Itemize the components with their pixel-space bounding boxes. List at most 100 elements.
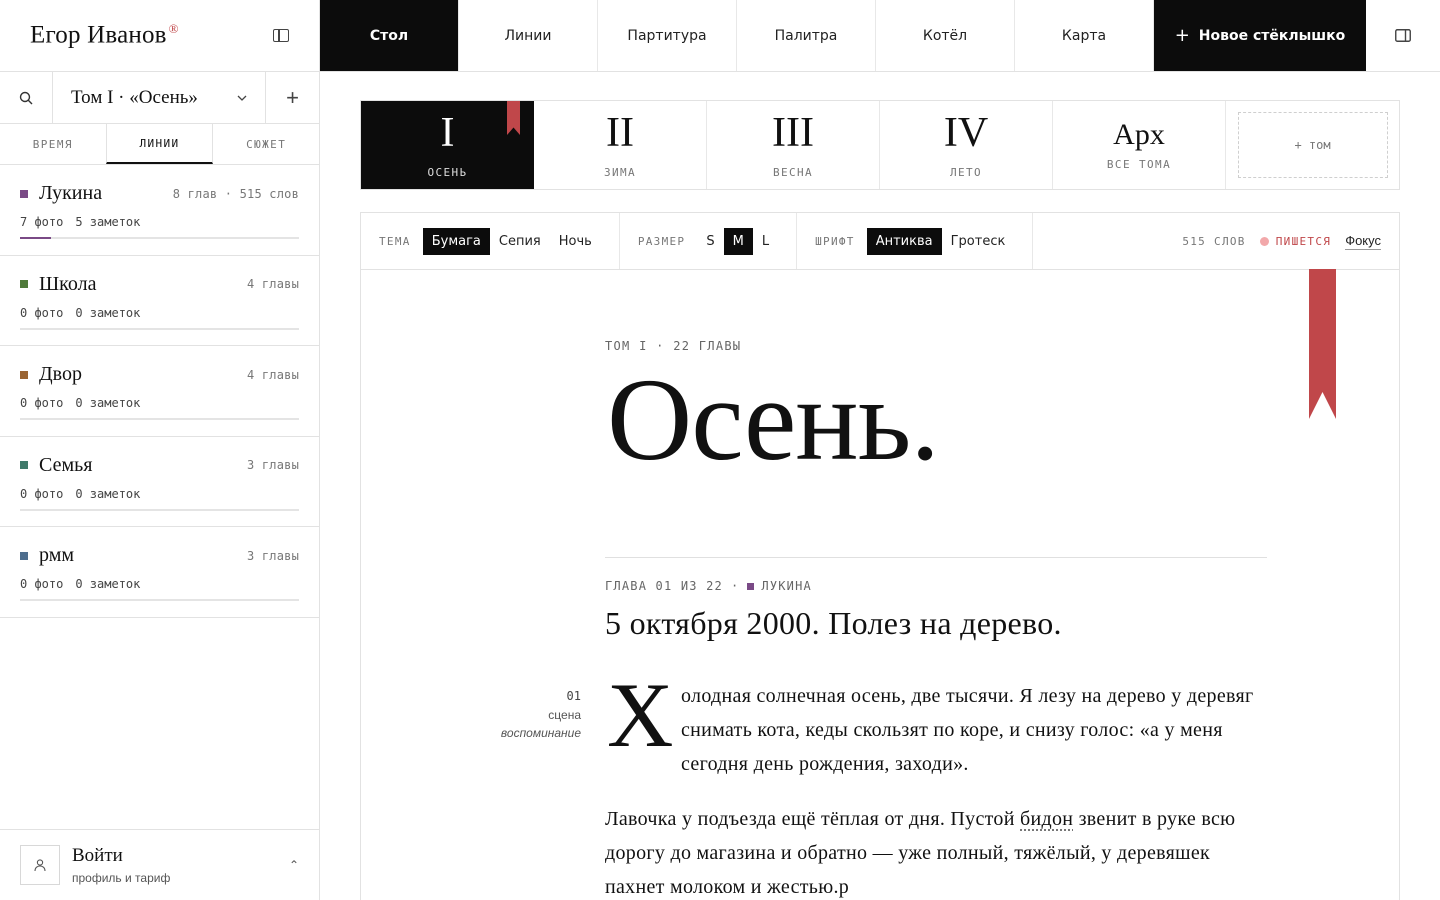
toolbar-status: 515 СЛОВ ПИШЕТСЯ Фокус (1182, 233, 1399, 250)
size-s-button[interactable]: S (697, 228, 723, 255)
line-item-school[interactable]: Школа 4 главы 0 фото 0 заметок (0, 256, 319, 346)
volume-number: IV (943, 109, 989, 156)
tab-lines[interactable]: ЛИНИИ (105, 124, 214, 164)
volume-strip: I ОСЕНЬ II ЗИМА III ВЕСНА IV ЛЕТО Арх ВС… (360, 100, 1400, 190)
volume-caption: ЛЕТО (949, 165, 983, 179)
volume-card-autumn[interactable]: I ОСЕНЬ (361, 101, 534, 189)
line-progress-fill (20, 237, 51, 239)
writing-status: ПИШЕТСЯ (1259, 234, 1332, 248)
line-progress-bar (20, 508, 299, 511)
new-glass-button[interactable]: + Новое стёклышко (1154, 0, 1366, 71)
annotated-word[interactable]: бидон (1020, 808, 1073, 830)
login-subtitle: профиль и тариф (72, 871, 171, 885)
size-l-button[interactable]: L (753, 228, 778, 255)
size-m-button[interactable]: M (723, 227, 753, 255)
paragraph-1[interactable]: олодная солнечная осень, две тысячи. Я л… (681, 679, 1271, 781)
nav-lines[interactable]: Линии (459, 0, 598, 71)
tab-plot[interactable]: СЮЖЕТ (213, 124, 319, 164)
add-volume-card[interactable]: + том (1237, 112, 1388, 178)
volume-kicker: ТОМ I · 22 ГЛАВЫ (605, 339, 742, 353)
line-color-swatch (20, 280, 28, 288)
nav-score[interactable]: Партитура (598, 0, 737, 71)
volume-select[interactable]: Том I · «Осень» (53, 72, 266, 123)
theme-sepia-button[interactable]: Сепия (490, 228, 550, 255)
nav-palette[interactable]: Палитра (737, 0, 876, 71)
chapter-title[interactable]: 5 октября 2000. Полез на дерево. (605, 605, 1062, 642)
word-count: 515 СЛОВ (1182, 234, 1246, 248)
writing-status-label: ПИШЕТСЯ (1275, 234, 1332, 248)
brand-bar: Егор Иванов ® (0, 0, 319, 72)
line-progress-bar (20, 599, 299, 601)
volume-card-archive[interactable]: Арх ВСЕ ТОМА (1053, 101, 1226, 189)
nav-map[interactable]: Карта (1015, 0, 1154, 71)
line-item-rmm[interactable]: рмм 3 главы 0 фото 0 заметок (0, 527, 319, 618)
chevron-up-icon[interactable]: ⌃ (289, 858, 299, 872)
line-item-lukina[interactable]: Лукина 8 глав · 515 слов 7 фото 5 заметок (0, 165, 319, 256)
right-panel-toggle[interactable] (1366, 0, 1440, 71)
line-color-swatch (20, 189, 28, 198)
line-notes: 5 заметок (75, 215, 141, 229)
line-color-swatch (20, 551, 28, 560)
bookmark-ribbon-icon (507, 101, 520, 135)
nav-desk[interactable]: Стол (320, 0, 459, 71)
line-progress-bar (20, 237, 299, 239)
theme-night-button[interactable]: Ночь (550, 228, 601, 255)
top-nav: Стол Линии Партитура Палитра Котёл Карта… (320, 0, 1440, 72)
volume-number: I (440, 109, 455, 156)
login-panel[interactable]: Войти профиль и тариф ⌃ (0, 829, 319, 900)
line-progress-bar (20, 418, 299, 420)
volume-number: Арх (1113, 117, 1165, 151)
brand-name[interactable]: Егор Иванов ® (30, 21, 179, 49)
page-bookmark-icon[interactable] (1309, 269, 1336, 419)
line-notes: 0 заметок (75, 577, 141, 591)
search-icon (19, 91, 33, 104)
sidebar-toggle-icon[interactable] (273, 29, 289, 42)
panel-right-icon (1395, 29, 1411, 42)
line-name: Лукина (39, 182, 103, 204)
line-notes: 0 заметок (75, 305, 141, 320)
line-name: Семья (39, 453, 93, 476)
line-color-swatch (20, 370, 28, 379)
font-antiqua-button[interactable]: Антиква (866, 227, 942, 255)
volume-number: III (772, 109, 814, 156)
line-color-swatch (20, 461, 28, 469)
scene-number: 01 (566, 689, 581, 703)
volume-card-winter[interactable]: II ЗИМА (534, 101, 707, 189)
scene-marginalia[interactable]: 01 сцена воспоминание (435, 689, 581, 740)
tab-time[interactable]: ВРЕМЯ (0, 124, 106, 164)
line-notes: 0 заметок (75, 486, 141, 501)
line-photos: 7 фото (20, 215, 64, 229)
size-label: РАЗМЕР (637, 234, 686, 248)
line-item-family[interactable]: Семья 3 главы 0 фото 0 заметок (0, 437, 319, 527)
lines-list: Лукина 8 глав · 515 слов 7 фото 5 заметок … (0, 165, 319, 618)
nav-cauldron[interactable]: Котёл (876, 0, 1015, 71)
line-photos: 0 фото (20, 486, 64, 501)
volume-card-summer[interactable]: IV ЛЕТО (880, 101, 1053, 189)
theme-label: ТЕМА (379, 234, 411, 248)
chevron-down-icon (237, 95, 247, 101)
theme-paper-button[interactable]: Бумага (422, 227, 490, 255)
volume-number: II (606, 109, 634, 156)
chapter-line-swatch (747, 582, 755, 590)
line-meta: 4 главы (247, 367, 299, 382)
line-meta: 8 глав · 515 слов (172, 186, 299, 201)
chapter-number: ГЛАВА 01 ИЗ 22 (605, 579, 723, 593)
scene-label: сцена (548, 708, 581, 722)
add-volume-button[interactable]: + (266, 72, 319, 123)
new-glass-label: Новое стёклышко (1198, 27, 1346, 44)
font-grotesk-button[interactable]: Гротеск (942, 228, 1015, 255)
search-button[interactable] (0, 72, 53, 123)
chapter-line-name[interactable]: ЛУКИНА (761, 579, 812, 593)
line-notes: 0 заметок (75, 396, 141, 410)
volume-caption: ВСЕ ТОМА (1106, 157, 1172, 171)
login-title: Войти (72, 845, 123, 866)
user-icon (34, 859, 46, 872)
line-item-yard[interactable]: Двор 4 главы 0 фото 0 заметок (0, 346, 319, 437)
focus-button[interactable]: Фокус (1345, 233, 1381, 250)
volume-caption: ЗИМА (603, 165, 637, 179)
reader-toolbar: ТЕМА Бумага Сепия Ночь РАЗМЕР S M L ШРИФ… (361, 213, 1399, 270)
volume-card-spring[interactable]: III ВЕСНА (707, 101, 880, 189)
line-progress-bar (20, 327, 299, 330)
paragraph-2[interactable]: Лавочка у подъезда ещё тёплая от дня. Пу… (605, 802, 1271, 900)
avatar (20, 845, 60, 885)
